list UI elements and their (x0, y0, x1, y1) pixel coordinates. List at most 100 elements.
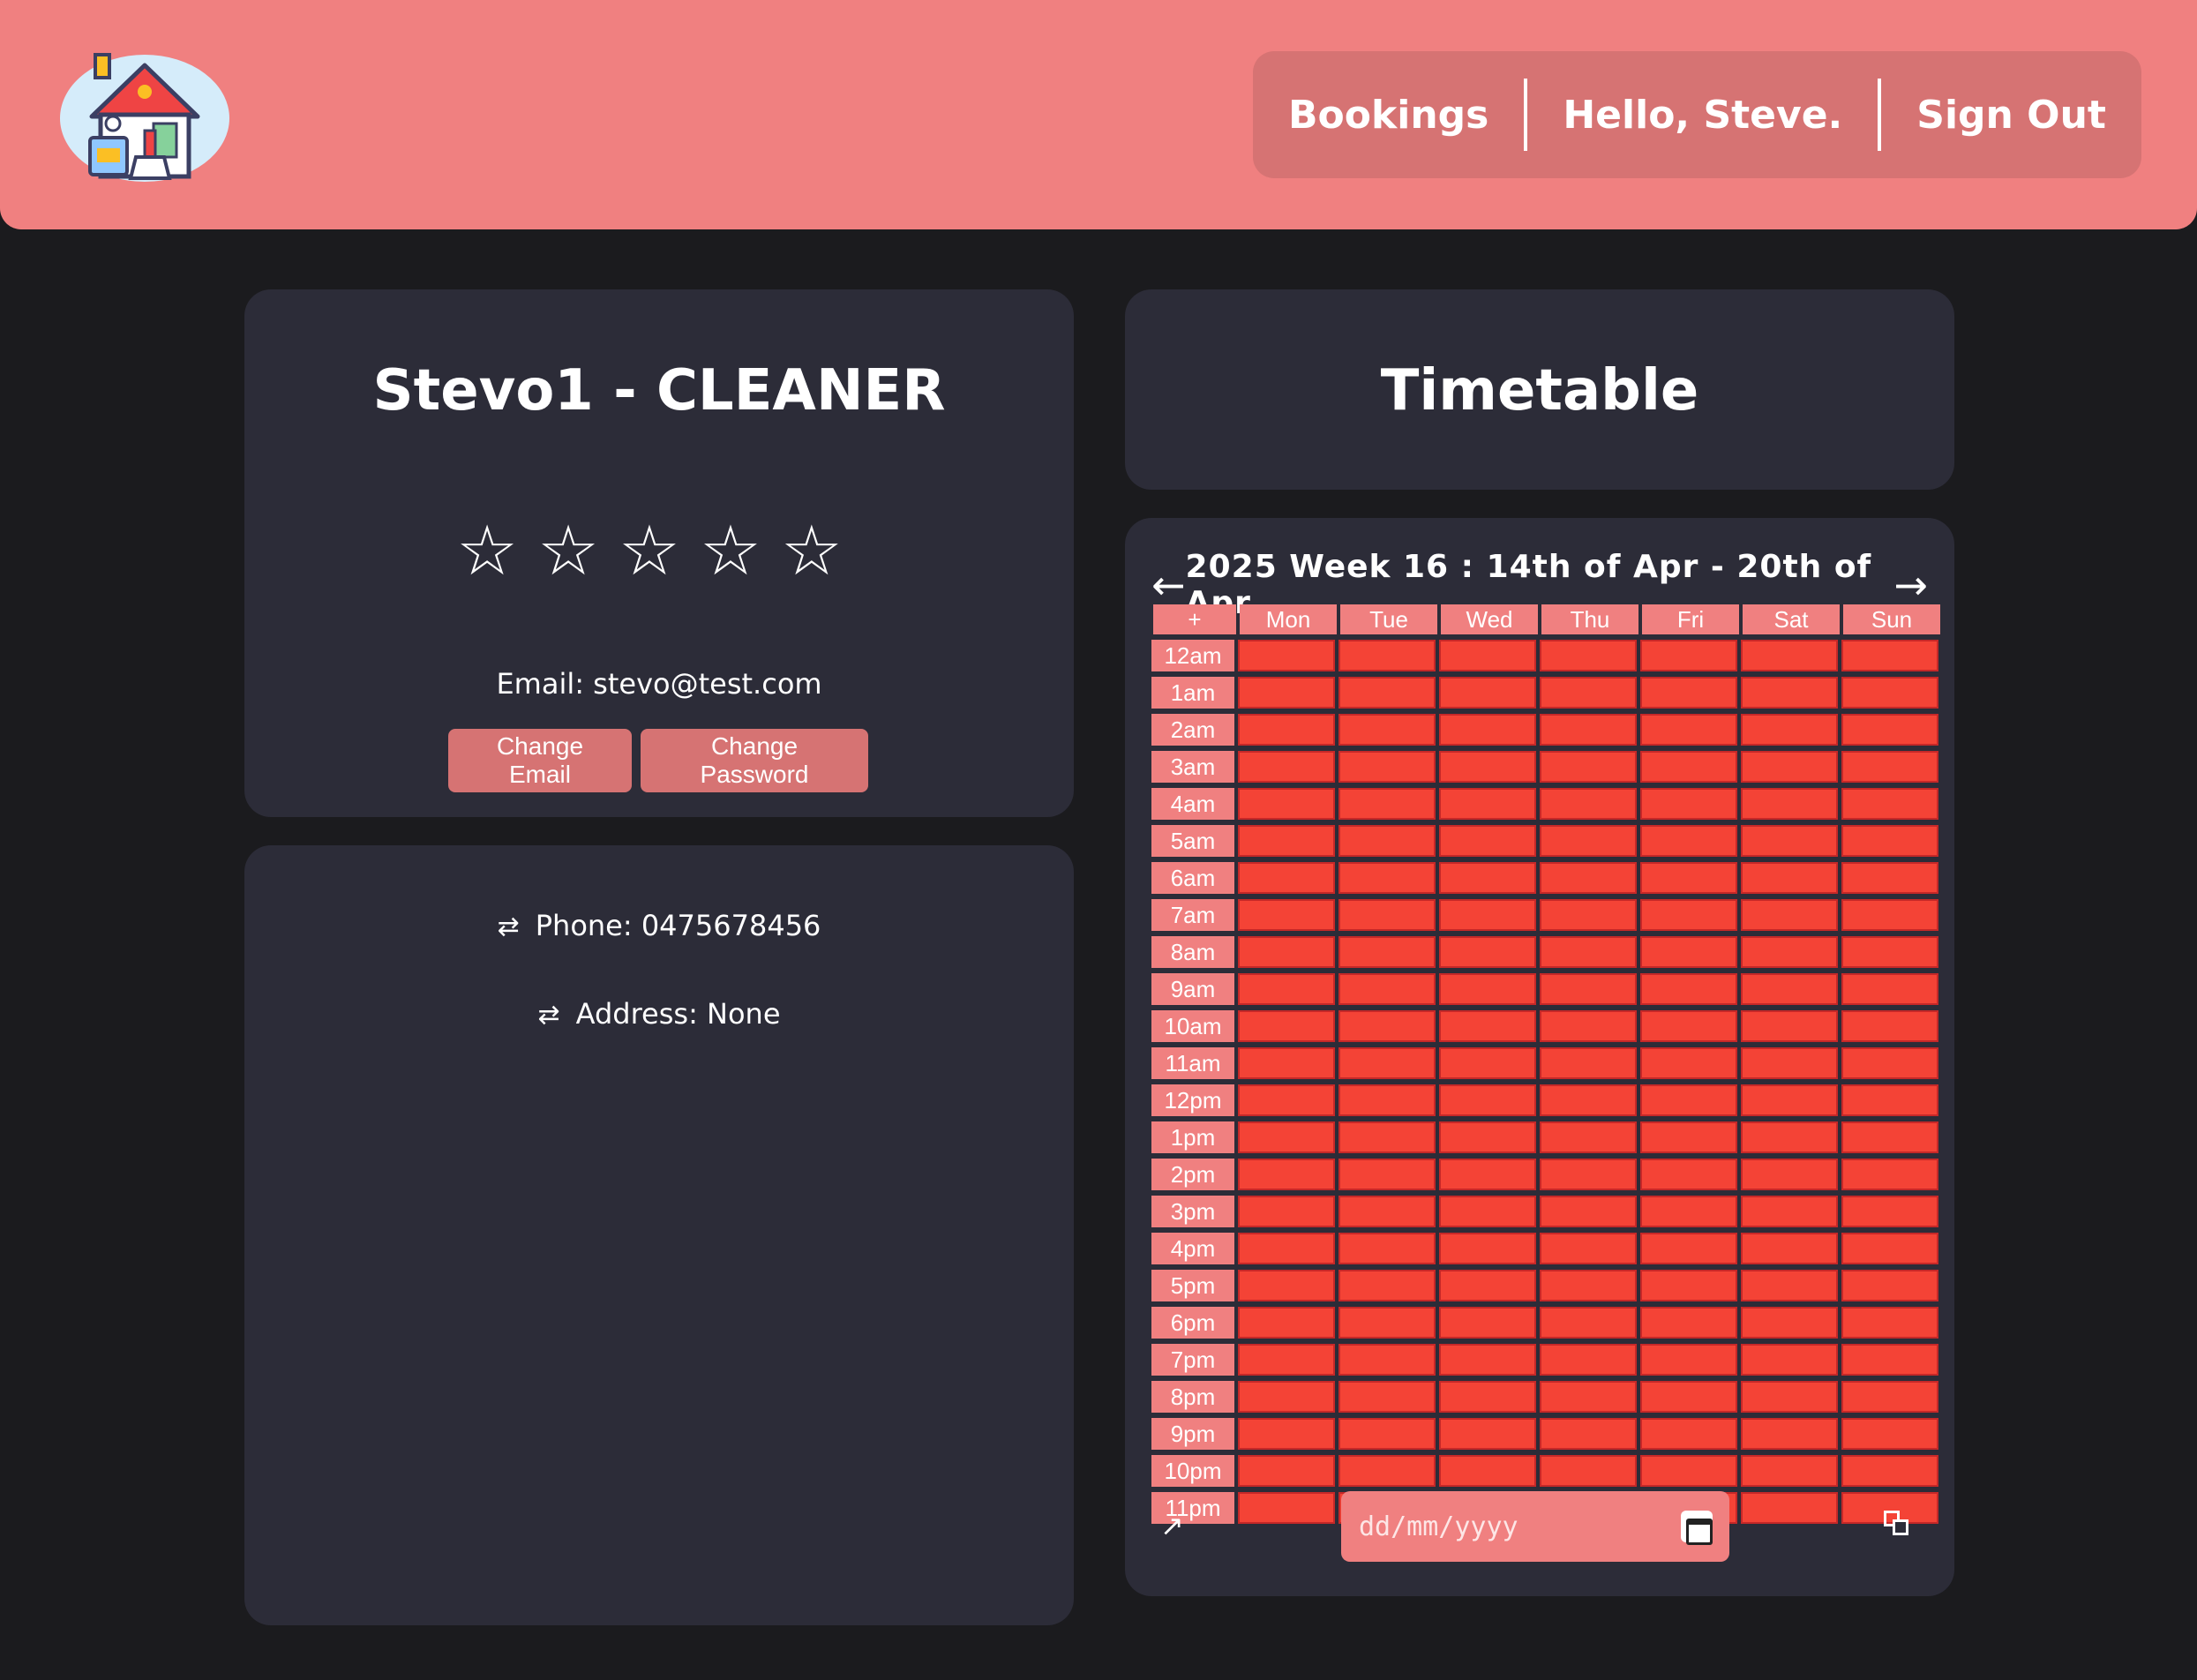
time-slot-cell[interactable] (1741, 973, 1838, 1005)
time-slot-cell[interactable] (1741, 751, 1838, 783)
time-slot-cell[interactable] (1238, 1010, 1335, 1042)
time-slot-cell[interactable] (1841, 825, 1938, 857)
time-slot-cell[interactable] (1338, 788, 1436, 820)
time-slot-cell[interactable] (1338, 1010, 1436, 1042)
time-slot-cell[interactable] (1640, 677, 1737, 709)
time-slot-cell[interactable] (1238, 1159, 1335, 1190)
time-slot-cell[interactable] (1640, 1344, 1737, 1376)
time-slot-cell[interactable] (1741, 1084, 1838, 1116)
time-slot-cell[interactable] (1439, 1233, 1536, 1264)
time-slot-cell[interactable] (1841, 1270, 1938, 1301)
time-slot-cell[interactable] (1338, 862, 1436, 894)
time-slot-cell[interactable] (1439, 677, 1536, 709)
time-slot-cell[interactable] (1640, 1270, 1737, 1301)
time-slot-cell[interactable] (1338, 640, 1436, 671)
time-slot-cell[interactable] (1439, 1159, 1536, 1190)
time-slot-cell[interactable] (1338, 899, 1436, 931)
time-slot-cell[interactable] (1741, 899, 1838, 931)
time-slot-cell[interactable] (1540, 1159, 1637, 1190)
time-slot-cell[interactable] (1439, 1084, 1536, 1116)
time-slot-cell[interactable] (1439, 1418, 1536, 1450)
time-slot-cell[interactable] (1338, 1196, 1436, 1227)
time-slot-cell[interactable] (1338, 1047, 1436, 1079)
time-slot-cell[interactable] (1238, 936, 1335, 968)
time-slot-cell[interactable] (1439, 899, 1536, 931)
time-slot-cell[interactable] (1640, 640, 1737, 671)
time-slot-cell[interactable] (1338, 1233, 1436, 1264)
time-slot-cell[interactable] (1741, 1418, 1838, 1450)
nav-greeting[interactable]: Hello, Steve. (1563, 93, 1842, 138)
time-slot-cell[interactable] (1841, 1121, 1938, 1153)
time-slot-cell[interactable] (1841, 899, 1938, 931)
time-slot-cell[interactable] (1338, 1307, 1436, 1339)
nav-bookings-link[interactable]: Bookings (1288, 93, 1488, 138)
time-slot-cell[interactable] (1238, 1196, 1335, 1227)
time-slot-cell[interactable] (1338, 973, 1436, 1005)
next-week-arrow-icon[interactable]: → (1893, 561, 1928, 609)
time-slot-cell[interactable] (1741, 936, 1838, 968)
time-slot-cell[interactable] (1841, 973, 1938, 1005)
time-slot-cell[interactable] (1238, 640, 1335, 671)
time-slot-cell[interactable] (1338, 677, 1436, 709)
time-slot-cell[interactable] (1841, 1418, 1938, 1450)
time-slot-cell[interactable] (1841, 862, 1938, 894)
time-slot-cell[interactable] (1540, 1455, 1637, 1487)
time-slot-cell[interactable] (1238, 751, 1335, 783)
time-slot-cell[interactable] (1841, 1196, 1938, 1227)
time-slot-cell[interactable] (1640, 1381, 1737, 1413)
time-slot-cell[interactable] (1640, 899, 1737, 931)
time-slot-cell[interactable] (1640, 1084, 1737, 1116)
time-slot-cell[interactable] (1338, 714, 1436, 746)
time-slot-cell[interactable] (1338, 1344, 1436, 1376)
time-slot-cell[interactable] (1540, 825, 1637, 857)
time-slot-cell[interactable] (1238, 1418, 1335, 1450)
time-slot-cell[interactable] (1540, 1307, 1637, 1339)
time-slot-cell[interactable] (1540, 936, 1637, 968)
time-slot-cell[interactable] (1540, 751, 1637, 783)
time-slot-cell[interactable] (1540, 1121, 1637, 1153)
time-slot-cell[interactable] (1338, 1084, 1436, 1116)
time-slot-cell[interactable] (1439, 714, 1536, 746)
time-slot-cell[interactable] (1741, 1381, 1838, 1413)
time-slot-cell[interactable] (1238, 1233, 1335, 1264)
time-slot-cell[interactable] (1338, 1159, 1436, 1190)
time-slot-cell[interactable] (1841, 1344, 1938, 1376)
time-slot-cell[interactable] (1238, 973, 1335, 1005)
time-slot-cell[interactable] (1540, 1084, 1637, 1116)
time-slot-cell[interactable] (1338, 825, 1436, 857)
time-slot-cell[interactable] (1540, 973, 1637, 1005)
time-slot-cell[interactable] (1741, 1121, 1838, 1153)
time-slot-cell[interactable] (1741, 1455, 1838, 1487)
time-slot-cell[interactable] (1841, 677, 1938, 709)
star-rating[interactable]: ☆☆☆☆☆ (244, 512, 1074, 591)
time-slot-cell[interactable] (1640, 1159, 1737, 1190)
time-slot-cell[interactable] (1238, 714, 1335, 746)
time-slot-cell[interactable] (1439, 1196, 1536, 1227)
swap-phone-icon[interactable]: ⇄ (498, 911, 520, 942)
time-slot-cell[interactable] (1238, 899, 1335, 931)
time-slot-cell[interactable] (1841, 1455, 1938, 1487)
time-slot-cell[interactable] (1741, 1344, 1838, 1376)
time-slot-cell[interactable] (1741, 1196, 1838, 1227)
time-slot-cell[interactable] (1238, 677, 1335, 709)
time-slot-cell[interactable] (1439, 788, 1536, 820)
time-slot-cell[interactable] (1540, 1270, 1637, 1301)
time-slot-cell[interactable] (1640, 1455, 1737, 1487)
time-slot-cell[interactable] (1238, 1455, 1335, 1487)
time-slot-cell[interactable] (1338, 751, 1436, 783)
expand-arrow-icon[interactable]: ↗ (1160, 1509, 1184, 1542)
time-slot-cell[interactable] (1238, 1307, 1335, 1339)
time-slot-cell[interactable] (1540, 1381, 1637, 1413)
time-slot-cell[interactable] (1841, 1010, 1938, 1042)
time-slot-cell[interactable] (1540, 677, 1637, 709)
time-slot-cell[interactable] (1841, 1307, 1938, 1339)
time-slot-cell[interactable] (1439, 1344, 1536, 1376)
time-slot-cell[interactable] (1741, 788, 1838, 820)
time-slot-cell[interactable] (1439, 1010, 1536, 1042)
time-slot-cell[interactable] (1238, 1344, 1335, 1376)
time-slot-cell[interactable] (1640, 825, 1737, 857)
time-slot-cell[interactable] (1439, 1047, 1536, 1079)
time-slot-cell[interactable] (1540, 862, 1637, 894)
time-slot-cell[interactable] (1841, 1159, 1938, 1190)
time-slot-cell[interactable] (1841, 714, 1938, 746)
